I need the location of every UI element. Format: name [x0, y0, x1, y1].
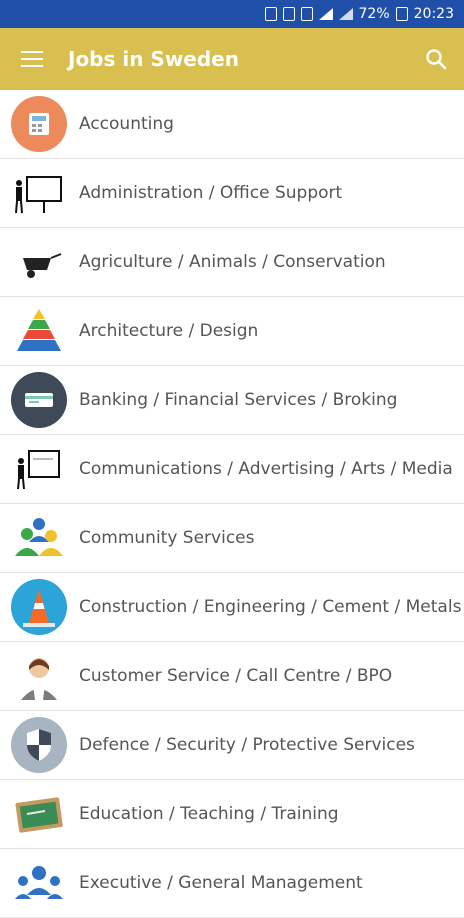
- list-item-label: Communications / Advertising / Arts / Me…: [79, 458, 453, 479]
- search-icon[interactable]: [424, 47, 448, 71]
- pyramid-icon: [11, 303, 67, 359]
- battery-level: 72%: [358, 6, 390, 22]
- list-item-label: Defence / Security / Protective Services: [79, 734, 415, 755]
- shield-icon: [11, 717, 67, 773]
- list-item-label: Agriculture / Animals / Conservation: [79, 251, 386, 272]
- list-item[interactable]: Architecture / Design: [0, 297, 464, 366]
- traffic-cone-icon: [11, 579, 67, 635]
- calculator-icon: [11, 96, 67, 152]
- page-title: Jobs in Sweden: [68, 47, 239, 71]
- call-agent-icon: [11, 648, 67, 704]
- credit-card-icon: [11, 372, 67, 428]
- status-bar: 72% 20:23: [0, 0, 464, 28]
- list-item[interactable]: Administration / Office Support: [0, 159, 464, 228]
- list-item-label: Banking / Financial Services / Broking: [79, 389, 398, 410]
- list-item-label: Administration / Office Support: [79, 182, 343, 203]
- battery-icon: [395, 7, 408, 21]
- list-item[interactable]: Customer Service / Call Centre / BPO: [0, 642, 464, 711]
- list-item[interactable]: Defence / Security / Protective Services: [0, 711, 464, 780]
- list-item[interactable]: Education / Teaching / Training: [0, 780, 464, 849]
- presenter-icon: [11, 441, 67, 497]
- wheelbarrow-icon: [11, 234, 67, 290]
- list-item-label: Community Services: [79, 527, 255, 548]
- list-item[interactable]: Executive / General Management: [0, 849, 464, 918]
- list-item[interactable]: Construction / Engineering / Cement / Me…: [0, 573, 464, 642]
- app-bar: Jobs in Sweden: [0, 28, 464, 90]
- list-item[interactable]: Communications / Advertising / Arts / Me…: [0, 435, 464, 504]
- list-item-label: Executive / General Management: [79, 872, 363, 893]
- notification-icon: [264, 7, 277, 21]
- signal-icon: [318, 8, 333, 20]
- list-item-label: Construction / Engineering / Cement / Me…: [79, 596, 462, 617]
- notification-icon: [282, 7, 295, 21]
- list-item[interactable]: Accounting: [0, 90, 464, 159]
- menu-icon[interactable]: [21, 51, 43, 67]
- people-group-icon: [11, 510, 67, 566]
- clock: 20:23: [413, 6, 454, 22]
- list-item-label: Customer Service / Call Centre / BPO: [79, 665, 393, 686]
- list-item-label: Accounting: [79, 113, 174, 134]
- chalkboard-icon: [11, 786, 67, 842]
- notification-icon: [300, 7, 313, 21]
- category-list: Accounting Administration / Office Suppo…: [0, 90, 464, 918]
- signal-icon: [338, 8, 353, 20]
- list-item[interactable]: Agriculture / Animals / Conservation: [0, 228, 464, 297]
- list-item[interactable]: Community Services: [0, 504, 464, 573]
- list-item[interactable]: Banking / Financial Services / Broking: [0, 366, 464, 435]
- executives-icon: [11, 855, 67, 911]
- list-item-label: Architecture / Design: [79, 320, 259, 341]
- list-item-label: Education / Teaching / Training: [79, 803, 339, 824]
- presentation-board-icon: [11, 165, 67, 221]
